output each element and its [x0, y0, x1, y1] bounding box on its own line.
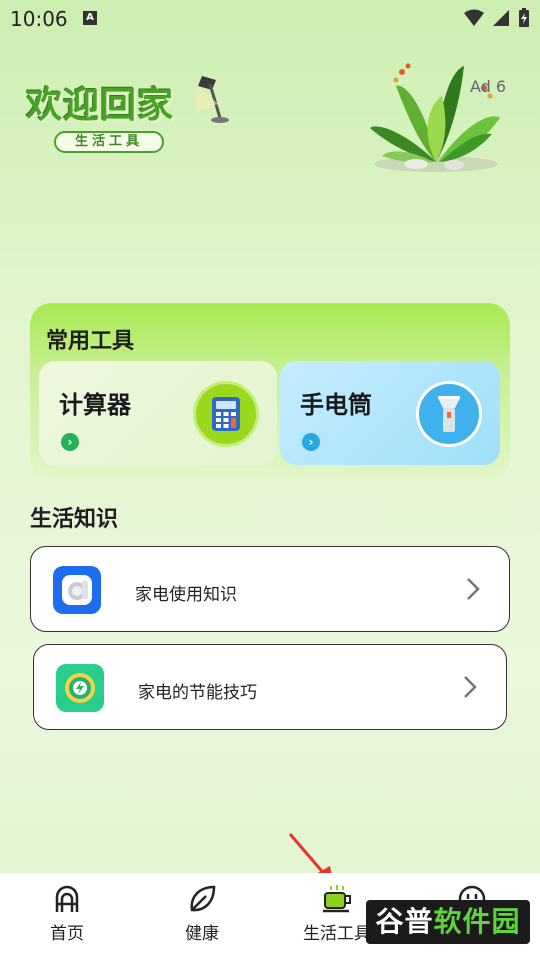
section-title-tools: 常用工具: [46, 329, 135, 354]
home-icon: [22, 883, 112, 915]
flashlight-icon: [416, 381, 482, 447]
wifi-icon: [464, 9, 484, 26]
watermark-text-a: 谷普: [375, 905, 434, 938]
flashlight-label: 手电筒: [300, 391, 372, 419]
signal-icon: [493, 10, 509, 26]
list-item-label: 家电的节能技巧: [138, 683, 257, 703]
nav-item-home[interactable]: 首页: [22, 883, 112, 944]
battery-icon: [519, 8, 529, 27]
flashlight-tile[interactable]: 手电筒 ›: [280, 361, 500, 465]
watermark-logo: 谷普软件园: [366, 900, 530, 944]
appliance-icon: [53, 566, 101, 614]
list-item-appliance-knowledge[interactable]: 家电使用知识: [30, 546, 510, 632]
calculator-label: 计算器: [59, 391, 131, 419]
notification-icon: A: [83, 11, 97, 25]
section-title-knowledge: 生活知识: [30, 507, 119, 532]
status-icons: [464, 8, 530, 28]
chevron-right-icon: [467, 578, 480, 600]
list-item-energy-saving[interactable]: 家电的节能技巧: [33, 644, 507, 730]
arrow-right-icon: ›: [61, 433, 79, 451]
lamp-icon: [196, 76, 229, 123]
energy-saving-icon: [56, 664, 104, 712]
nav-item-health[interactable]: 健康: [157, 883, 247, 944]
decor-text: Ad 6: [470, 77, 507, 96]
chevron-right-icon: [464, 676, 477, 698]
list-item-label: 家电使用知识: [135, 585, 237, 605]
calculator-icon: [193, 381, 259, 447]
status-time: 10:06: [10, 7, 68, 31]
subtitle-badge: 生活工具: [54, 131, 164, 153]
nav-label: 健康: [185, 924, 219, 944]
nav-label: 首页: [50, 924, 84, 944]
common-tools-card: 常用工具 计算器 › 手电筒 ›: [30, 303, 510, 480]
status-bar: 10:06 A: [0, 0, 540, 38]
arrow-right-icon: ›: [302, 433, 320, 451]
watermark-text-b: 软件园: [433, 905, 521, 938]
plant-illustration: [370, 63, 500, 172]
calculator-tile[interactable]: 计算器 ›: [39, 361, 277, 465]
welcome-title: 欢迎回家: [26, 85, 175, 126]
leaf-icon: [157, 883, 247, 915]
